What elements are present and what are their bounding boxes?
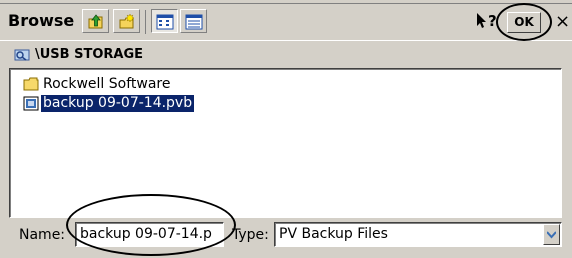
title-bar: Browse ? OK × [0, 0, 572, 41]
folder-icon [23, 77, 39, 91]
browse-dialog: Browse ? OK × \USB STORAGE Rockwell Soft… [0, 0, 572, 258]
chevron-down-icon [547, 231, 556, 239]
svg-text:?: ? [488, 12, 497, 30]
file-list[interactable]: Rockwell Software backup 09-07-14.pvb [9, 68, 562, 218]
help-pointer-icon: ? [477, 12, 497, 30]
up-folder-button[interactable] [82, 9, 109, 33]
file-name: Rockwell Software [43, 76, 171, 92]
name-input[interactable]: backup 09-07-14.p [75, 222, 224, 247]
toolbar-separator [145, 10, 146, 34]
details-view-button[interactable] [180, 9, 207, 33]
ok-button[interactable]: OK [507, 12, 541, 33]
file-form: Name: backup 09-07-14.p Type: PV Backup … [0, 220, 572, 258]
path-label: \USB STORAGE [35, 47, 144, 62]
type-label: Type: [232, 227, 269, 243]
pvb-file-icon [23, 96, 39, 111]
list-view-button[interactable] [151, 9, 178, 33]
details-view-icon [185, 14, 203, 30]
close-button[interactable]: × [553, 12, 572, 33]
up-folder-icon [88, 14, 103, 29]
file-name: backup 09-07-14.pvb [41, 95, 195, 112]
dropdown-button[interactable] [543, 224, 560, 245]
help-button[interactable]: ? [475, 11, 501, 31]
new-folder-button[interactable] [113, 9, 140, 33]
new-folder-icon [119, 13, 135, 29]
type-select[interactable]: PV Backup Files [274, 222, 562, 247]
type-select-value: PV Backup Files [279, 226, 388, 242]
current-path: \USB STORAGE [0, 41, 572, 67]
list-view-icon [156, 14, 174, 30]
name-label: Name: [19, 227, 66, 243]
dialog-title: Browse [8, 11, 75, 30]
drive-icon [14, 49, 30, 61]
title-bar-border [0, 3, 572, 4]
